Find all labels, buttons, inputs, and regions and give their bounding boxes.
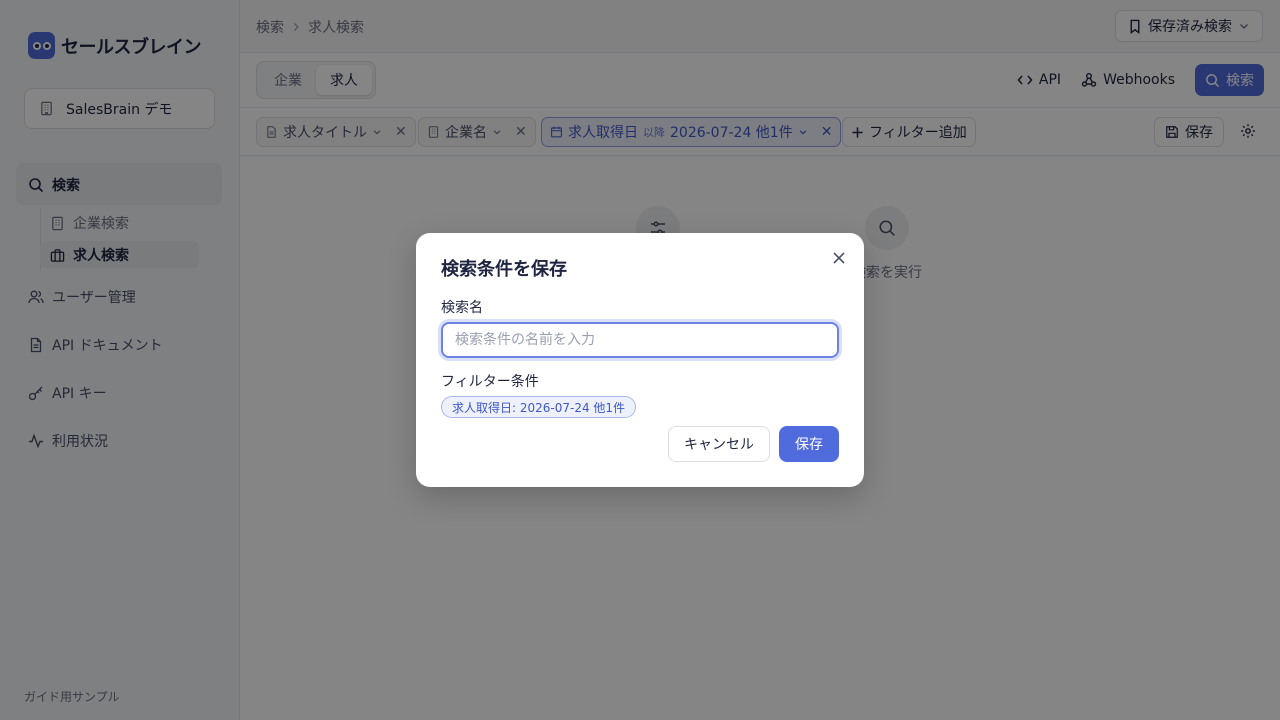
cancel-button[interactable]: キャンセル [668, 426, 770, 462]
save-button[interactable]: 保存 [779, 426, 839, 462]
filter-conditions-label: フィルター条件 [441, 374, 539, 390]
save-search-dialog: 検索条件を保存 検索名 フィルター条件 求人取得日: 2026-07-24 他1… [416, 233, 864, 487]
close-icon[interactable] [832, 251, 846, 265]
filter-condition-tag: 求人取得日: 2026-07-24 他1件 [441, 396, 637, 418]
search-name-input[interactable] [441, 322, 839, 358]
search-name-label: 検索名 [441, 300, 483, 316]
dialog-title: 検索条件を保存 [441, 259, 567, 280]
